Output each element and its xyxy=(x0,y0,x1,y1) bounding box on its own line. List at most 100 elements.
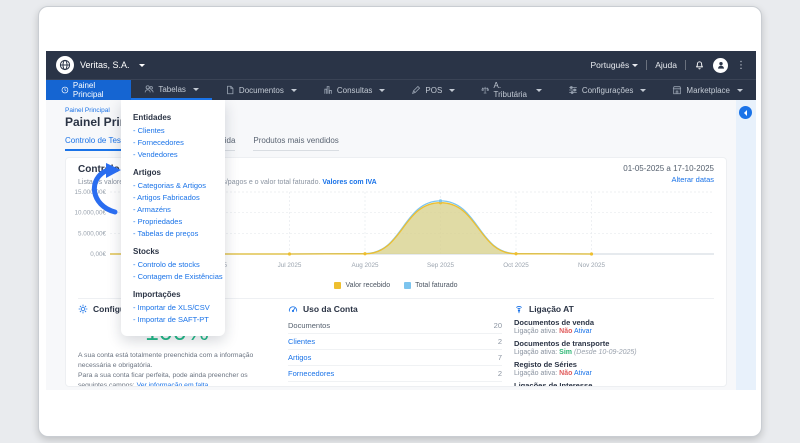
dropdown-section-title: Entidades xyxy=(133,113,172,122)
main-nav: Painel Principal Tabelas Documentos Cons… xyxy=(46,79,756,100)
divider xyxy=(685,60,686,70)
svg-text:0,00€: 0,00€ xyxy=(90,251,106,258)
ver-informacao-link[interactable]: Ver informação em falta xyxy=(137,382,209,386)
menu-item-clientes[interactable]: - Clientes xyxy=(133,125,213,137)
divider xyxy=(646,60,648,70)
change-dates-link[interactable]: Alterar datas xyxy=(671,175,714,184)
svg-text:Aug 2025: Aug 2025 xyxy=(352,262,379,269)
nav-tabelas[interactable]: Tabelas xyxy=(131,80,212,100)
menu-item-fornecedores[interactable]: - Fornecedores xyxy=(133,137,213,149)
collapsed-side-panel xyxy=(736,100,756,390)
chevron-down-icon xyxy=(192,88,199,94)
app-window: Veritas, S.A. Português Ajuda ⋮ Painel P… xyxy=(38,6,762,437)
status-note: (Desde 10-09-2025) xyxy=(573,349,637,356)
chevron-down-icon xyxy=(640,89,647,95)
svg-text:Jul 2025: Jul 2025 xyxy=(278,262,302,269)
users-icon xyxy=(145,85,154,93)
at-header: Ligação AT xyxy=(514,304,716,314)
chevron-down-icon xyxy=(379,89,386,95)
usage-row-documentos: Documentos 20 xyxy=(288,318,502,334)
help-link[interactable]: Ajuda xyxy=(655,60,677,70)
tabelas-dropdown-menu: Entidades - Clientes - Fornecedores - Ve… xyxy=(121,100,225,336)
svg-text:Oct 2025: Oct 2025 xyxy=(503,262,529,269)
nav-a-tributaria[interactable]: A. Tributária xyxy=(468,80,555,100)
ativar-link[interactable]: Ativar xyxy=(574,370,592,377)
at-entry-status: Ligação ativa: Não Ativar xyxy=(514,370,592,377)
svg-text:Nov 2025: Nov 2025 xyxy=(578,262,605,269)
usage-row-artigos[interactable]: Artigos 7 xyxy=(288,350,502,366)
chevron-down-icon xyxy=(737,89,743,95)
legend-swatch-icon xyxy=(404,282,412,289)
chevron-down-icon xyxy=(290,89,297,95)
legend-valor-recebido[interactable]: Valor recebido xyxy=(334,282,390,289)
menu-item-vendedores[interactable]: - Vendedores xyxy=(133,149,213,161)
legend-swatch-icon xyxy=(334,282,342,289)
notifications-bell-icon[interactable] xyxy=(694,59,705,72)
config-text: A sua conta está totalmente preenchida c… xyxy=(78,352,254,387)
at-entry-status: Ligação ativa: Não Ativar xyxy=(514,328,592,335)
menu-item-importar-xls-csv[interactable]: - Importar de XLS/CSV xyxy=(133,302,213,314)
usage-row-fornecedores[interactable]: Fornecedores 2 xyxy=(288,366,502,382)
expand-panel-button[interactable] xyxy=(739,106,752,119)
nav-pos[interactable]: POS xyxy=(398,80,468,100)
ativar-link[interactable]: Ativar xyxy=(574,328,592,335)
tab-produtos-mais-vendidos[interactable]: Produtos mais vendidos xyxy=(253,136,339,151)
chevron-down-icon xyxy=(632,64,639,70)
clock-icon xyxy=(61,86,69,94)
status-nao: Não xyxy=(559,370,573,377)
dropdown-section-title: Importações xyxy=(133,290,181,299)
scale-icon xyxy=(481,86,490,94)
breadcrumb[interactable]: Painel Principal xyxy=(65,107,110,114)
chevron-down-icon xyxy=(138,64,145,70)
menu-item-armazens[interactable]: - Armazéns xyxy=(133,204,213,216)
svg-text:15.000,00€: 15.000,00€ xyxy=(74,189,106,196)
status-sim: Sim xyxy=(559,349,572,356)
menu-item-artigos-fabricados[interactable]: - Artigos Fabricados xyxy=(133,192,213,204)
legend-total-faturado[interactable]: Total faturado xyxy=(404,282,458,289)
arrow-left-icon xyxy=(741,109,747,116)
menu-item-propriedades[interactable]: - Propriedades xyxy=(133,216,213,228)
menu-item-controlo-stocks[interactable]: - Controlo de stocks xyxy=(133,259,213,271)
valores-com-iva-link[interactable]: Valores com IVA xyxy=(322,179,376,186)
nav-painel-principal[interactable]: Painel Principal xyxy=(46,80,132,100)
svg-text:10.000,00€: 10.000,00€ xyxy=(74,210,106,217)
nav-consultas[interactable]: Consultas xyxy=(310,80,399,100)
at-entry-status: Ligação ativa: Sim (Desde 10-09-2025) xyxy=(514,349,637,356)
chevron-down-icon xyxy=(535,89,542,95)
more-options-icon[interactable]: ⋮ xyxy=(736,60,746,71)
menu-item-categorias-artigos[interactable]: - Categorias & Artigos xyxy=(133,180,213,192)
content-area: Painel Principal Painel Principal Contro… xyxy=(46,100,756,390)
bar-chart-icon xyxy=(324,86,332,94)
at-entry-title: Registo de Séries xyxy=(514,360,577,369)
pen-icon xyxy=(412,85,421,94)
nav-documentos[interactable]: Documentos xyxy=(212,80,310,100)
at-entry-title: Documentos de transporte xyxy=(514,339,610,348)
app-screenshot: Veritas, S.A. Português Ajuda ⋮ Painel P… xyxy=(46,51,756,390)
at-entry-title: Ligações de Interesse xyxy=(514,381,593,387)
at-section: Ligação AT Documentos de venda Ligação a… xyxy=(514,304,716,387)
language-selector[interactable]: Português xyxy=(591,60,639,70)
antenna-icon xyxy=(516,306,522,314)
usage-section: Uso da Conta Documentos 20 Clientes 2 Arti… xyxy=(288,304,502,386)
gauge-icon xyxy=(288,306,298,313)
top-bar: Veritas, S.A. Português Ajuda ⋮ xyxy=(46,51,756,79)
svg-text:5.000,00€: 5.000,00€ xyxy=(78,230,107,237)
menu-item-tabelas-precos[interactable]: - Tabelas de preços xyxy=(133,228,213,240)
nav-configuracoes[interactable]: Configurações xyxy=(555,80,660,100)
status-nao: Não xyxy=(559,328,573,335)
company-menu[interactable]: Veritas, S.A. xyxy=(56,56,145,74)
menu-item-importar-saft-pt[interactable]: - Importar de SAFT-PT xyxy=(133,314,213,326)
gear-icon xyxy=(78,304,88,314)
menu-item-contagem-existencias[interactable]: - Contagem de Existências xyxy=(133,271,223,283)
chevron-down-icon xyxy=(449,89,456,95)
store-icon xyxy=(673,86,682,95)
usage-row-vendedores[interactable]: Vendedores0 xyxy=(288,382,502,386)
date-range: 01-05-2025 a 17-10-2025 xyxy=(623,164,714,173)
nav-marketplace[interactable]: Marketplace xyxy=(659,80,756,100)
svg-text:Sep 2025: Sep 2025 xyxy=(427,262,454,269)
user-avatar[interactable] xyxy=(713,57,728,73)
company-logo-icon xyxy=(56,56,74,74)
sliders-icon xyxy=(569,86,577,94)
company-name: Veritas, S.A. xyxy=(80,60,130,70)
usage-row-clientes[interactable]: Clientes 2 xyxy=(288,334,502,350)
